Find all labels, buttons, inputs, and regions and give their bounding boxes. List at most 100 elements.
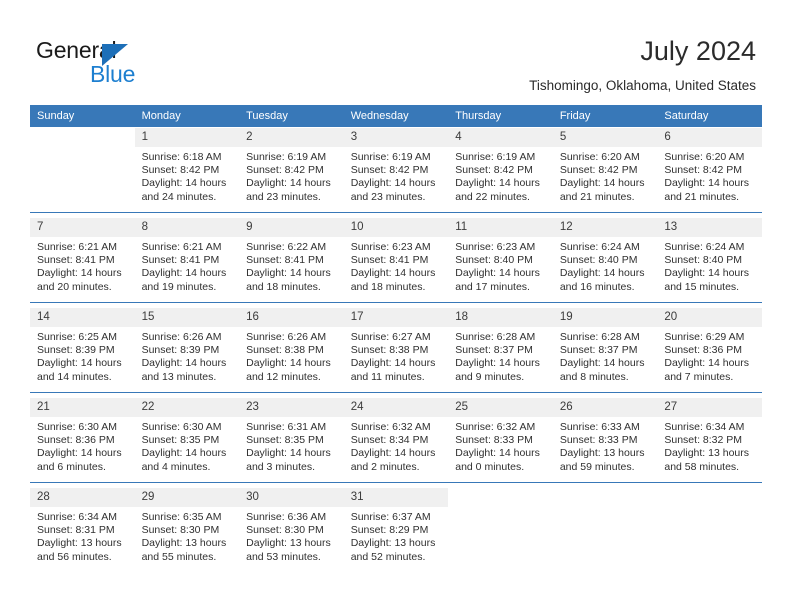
daylight-duration: Daylight: 13 hours: [37, 537, 122, 550]
daylight-duration: and 16 minutes.: [559, 280, 635, 293]
calendar-day-cell[interactable]: 4 Sunrise: 6:19 AM Sunset: 8:42 PM Daylight…: [448, 128, 553, 212]
calendar-day-cell[interactable]: 5 Sunrise: 6:20 AM Sunset: 8:42 PM Daylight…: [552, 128, 658, 212]
calendar-day-cell[interactable]: 24 Sunrise: 6:32 AM Sunset: 8:34 PM Dayligh…: [343, 398, 449, 482]
daylight-duration: and 14 minutes.: [37, 370, 112, 383]
calendar-day-cell[interactable]: 2 Sunrise: 6:19 AM Sunset: 8:42 PM Daylight…: [239, 128, 344, 212]
sunset-time: Sunset: 8:42 PM: [455, 164, 533, 177]
calendar-day-cell[interactable]: 27 Sunrise: 6:34 AM Sunset: 8:32 PM Dayligh…: [657, 398, 762, 482]
calendar-day-cell[interactable]: 26 Sunrise: 6:33 AM Sunset: 8:33 PM Dayligh…: [552, 398, 658, 482]
day-number: 10: [343, 218, 449, 237]
page-header: General Blue July 2024 Tishomingo, Oklah…: [0, 0, 792, 100]
daylight-duration: and 59 minutes.: [559, 460, 635, 473]
calendar-day-cell[interactable]: 21 Sunrise: 6:30 AM Sunset: 8:36 PM Dayligh…: [30, 398, 135, 482]
daylight-duration: Daylight: 14 hours: [141, 177, 227, 190]
calendar-day-cell[interactable]: 9 Sunrise: 6:22 AM Sunset: 8:41 PM Daylight…: [239, 218, 344, 302]
day-number: 14: [30, 308, 135, 327]
sunset-time: Sunset: 8:33 PM: [559, 434, 638, 447]
calendar-day-cell[interactable]: 20 Sunrise: 6:29 AM Sunset: 8:36 PM Dayligh…: [657, 308, 762, 392]
calendar-week-row: 1 Sunrise: 6:18 AM Sunset: 8:42 PM Daylight…: [30, 128, 762, 212]
sunset-time: Sunset: 8:41 PM: [246, 254, 324, 267]
day-sun-info: Sunrise: 6:27 AM Sunset: 8:38 PM Daylight:…: [344, 327, 449, 384]
sunset-time: Sunset: 8:40 PM: [455, 254, 533, 267]
daylight-duration: Daylight: 13 hours: [664, 447, 750, 460]
daylight-duration: Daylight: 14 hours: [559, 267, 645, 280]
day-number: 2: [239, 128, 344, 147]
day-number: 9: [239, 218, 344, 237]
daylight-duration: and 58 minutes.: [664, 460, 740, 473]
sunset-time: Sunset: 8:42 PM: [559, 164, 638, 177]
calendar-day-cell-empty: [30, 128, 135, 212]
daylight-duration: Daylight: 14 hours: [350, 177, 436, 190]
general-blue-logo[interactable]: General Blue: [36, 37, 216, 89]
day-sun-info: Sunrise: 6:21 AM Sunset: 8:41 PM Daylight:…: [135, 237, 240, 294]
calendar-day-cell[interactable]: 29 Sunrise: 6:35 AM Sunset: 8:30 PM Dayligh…: [134, 488, 240, 572]
sunrise-time: Sunrise: 6:23 AM: [455, 241, 536, 253]
day-sun-info: Sunrise: 6:26 AM Sunset: 8:39 PM Daylight:…: [135, 327, 240, 384]
calendar-day-cell[interactable]: 13 Sunrise: 6:24 AM Sunset: 8:40 PM Dayligh…: [657, 218, 762, 302]
calendar-day-cell-empty: [657, 488, 762, 572]
calendar-day-cell[interactable]: 17 Sunrise: 6:27 AM Sunset: 8:38 PM Dayligh…: [343, 308, 449, 392]
calendar-day-cell[interactable]: 6 Sunrise: 6:20 AM Sunset: 8:42 PM Daylight…: [657, 128, 762, 212]
calendar-day-cell[interactable]: 1 Sunrise: 6:18 AM Sunset: 8:42 PM Daylight…: [134, 128, 240, 212]
daylight-duration: Daylight: 14 hours: [350, 447, 436, 460]
sunset-time: Sunset: 8:32 PM: [664, 434, 743, 447]
daylight-duration: and 8 minutes.: [559, 370, 629, 383]
sunrise-time: Sunrise: 6:19 AM: [246, 151, 327, 163]
day-sun-info: Sunrise: 6:21 AM Sunset: 8:41 PM Daylight:…: [30, 237, 135, 294]
calendar-day-cell[interactable]: 11 Sunrise: 6:23 AM Sunset: 8:40 PM Dayligh…: [448, 218, 553, 302]
calendar-day-cell[interactable]: 16 Sunrise: 6:26 AM Sunset: 8:38 PM Dayligh…: [239, 308, 344, 392]
sunrise-time: Sunrise: 6:37 AM: [350, 511, 431, 523]
sunrise-time: Sunrise: 6:24 AM: [559, 241, 640, 253]
weekday-header-thursday: Thursday: [448, 105, 553, 127]
daylight-duration: Daylight: 13 hours: [559, 447, 645, 460]
calendar-day-cell[interactable]: 31 Sunrise: 6:37 AM Sunset: 8:29 PM Dayligh…: [343, 488, 449, 572]
calendar-day-cell[interactable]: 30 Sunrise: 6:36 AM Sunset: 8:30 PM Dayligh…: [239, 488, 344, 572]
day-number: 25: [448, 398, 553, 417]
calendar-day-cell[interactable]: 18 Sunrise: 6:28 AM Sunset: 8:37 PM Dayligh…: [448, 308, 553, 392]
daylight-duration: Daylight: 13 hours: [141, 537, 227, 550]
sunrise-time: Sunrise: 6:20 AM: [664, 151, 745, 163]
calendar-day-cell[interactable]: 25 Sunrise: 6:32 AM Sunset: 8:33 PM Dayligh…: [448, 398, 553, 482]
day-sun-info: Sunrise: 6:35 AM Sunset: 8:30 PM Daylight:…: [135, 507, 240, 564]
daylight-duration: and 15 minutes.: [664, 280, 740, 293]
day-number: 15: [134, 308, 240, 327]
day-sun-info: Sunrise: 6:22 AM Sunset: 8:41 PM Daylight:…: [239, 237, 344, 294]
daylight-duration: and 24 minutes.: [141, 190, 217, 203]
day-number: 3: [343, 128, 449, 147]
daylight-duration: Daylight: 13 hours: [246, 537, 331, 550]
calendar-day-cell[interactable]: 3 Sunrise: 6:19 AM Sunset: 8:42 PM Daylight…: [343, 128, 449, 212]
day-sun-info: Sunrise: 6:33 AM Sunset: 8:33 PM Daylight:…: [553, 417, 658, 474]
calendar-day-cell[interactable]: 23 Sunrise: 6:31 AM Sunset: 8:35 PM Dayligh…: [239, 398, 344, 482]
daylight-duration: Daylight: 14 hours: [664, 357, 750, 370]
sunset-time: Sunset: 8:34 PM: [350, 434, 429, 447]
calendar-day-cell[interactable]: 12 Sunrise: 6:24 AM Sunset: 8:40 PM Dayligh…: [552, 218, 658, 302]
calendar-day-cell[interactable]: 7 Sunrise: 6:21 AM Sunset: 8:41 PM Daylight…: [30, 218, 135, 302]
daylight-duration: and 12 minutes.: [246, 370, 321, 383]
calendar-day-cell[interactable]: 10 Sunrise: 6:23 AM Sunset: 8:41 PM Dayligh…: [343, 218, 449, 302]
daylight-duration: Daylight: 14 hours: [37, 357, 122, 370]
day-sun-info: Sunrise: 6:30 AM Sunset: 8:36 PM Daylight:…: [30, 417, 135, 474]
weekday-header-wednesday: Wednesday: [343, 105, 449, 127]
calendar-day-cell[interactable]: 28 Sunrise: 6:34 AM Sunset: 8:31 PM Dayligh…: [30, 488, 135, 572]
day-number: 28: [30, 488, 135, 507]
day-sun-info: Sunrise: 6:28 AM Sunset: 8:37 PM Daylight:…: [553, 327, 658, 384]
daylight-duration: Daylight: 13 hours: [350, 537, 436, 550]
sunrise-time: Sunrise: 6:31 AM: [246, 421, 327, 433]
calendar-day-cell[interactable]: 8 Sunrise: 6:21 AM Sunset: 8:41 PM Daylight…: [134, 218, 240, 302]
daylight-duration: and 18 minutes.: [350, 280, 426, 293]
day-sun-info: Sunrise: 6:20 AM Sunset: 8:42 PM Daylight:…: [553, 147, 658, 204]
daylight-duration: and 2 minutes.: [350, 460, 420, 473]
day-number: 6: [657, 128, 762, 147]
weekday-header-sunday: Sunday: [30, 105, 135, 127]
calendar-day-cell[interactable]: 14 Sunrise: 6:25 AM Sunset: 8:39 PM Dayligh…: [30, 308, 135, 392]
sunset-time: Sunset: 8:42 PM: [664, 164, 743, 177]
calendar-day-cell[interactable]: 22 Sunrise: 6:30 AM Sunset: 8:35 PM Dayligh…: [134, 398, 240, 482]
daylight-duration: Daylight: 14 hours: [246, 177, 331, 190]
calendar-day-cell-empty: [448, 488, 553, 572]
day-number: 18: [448, 308, 553, 327]
calendar-day-cell[interactable]: 15 Sunrise: 6:26 AM Sunset: 8:39 PM Dayligh…: [134, 308, 240, 392]
daylight-duration: Daylight: 14 hours: [246, 447, 331, 460]
sunrise-time: Sunrise: 6:18 AM: [141, 151, 222, 163]
calendar-day-cell[interactable]: 19 Sunrise: 6:28 AM Sunset: 8:37 PM Dayligh…: [552, 308, 658, 392]
calendar-body: 1 Sunrise: 6:18 AM Sunset: 8:42 PM Daylight…: [30, 127, 762, 572]
